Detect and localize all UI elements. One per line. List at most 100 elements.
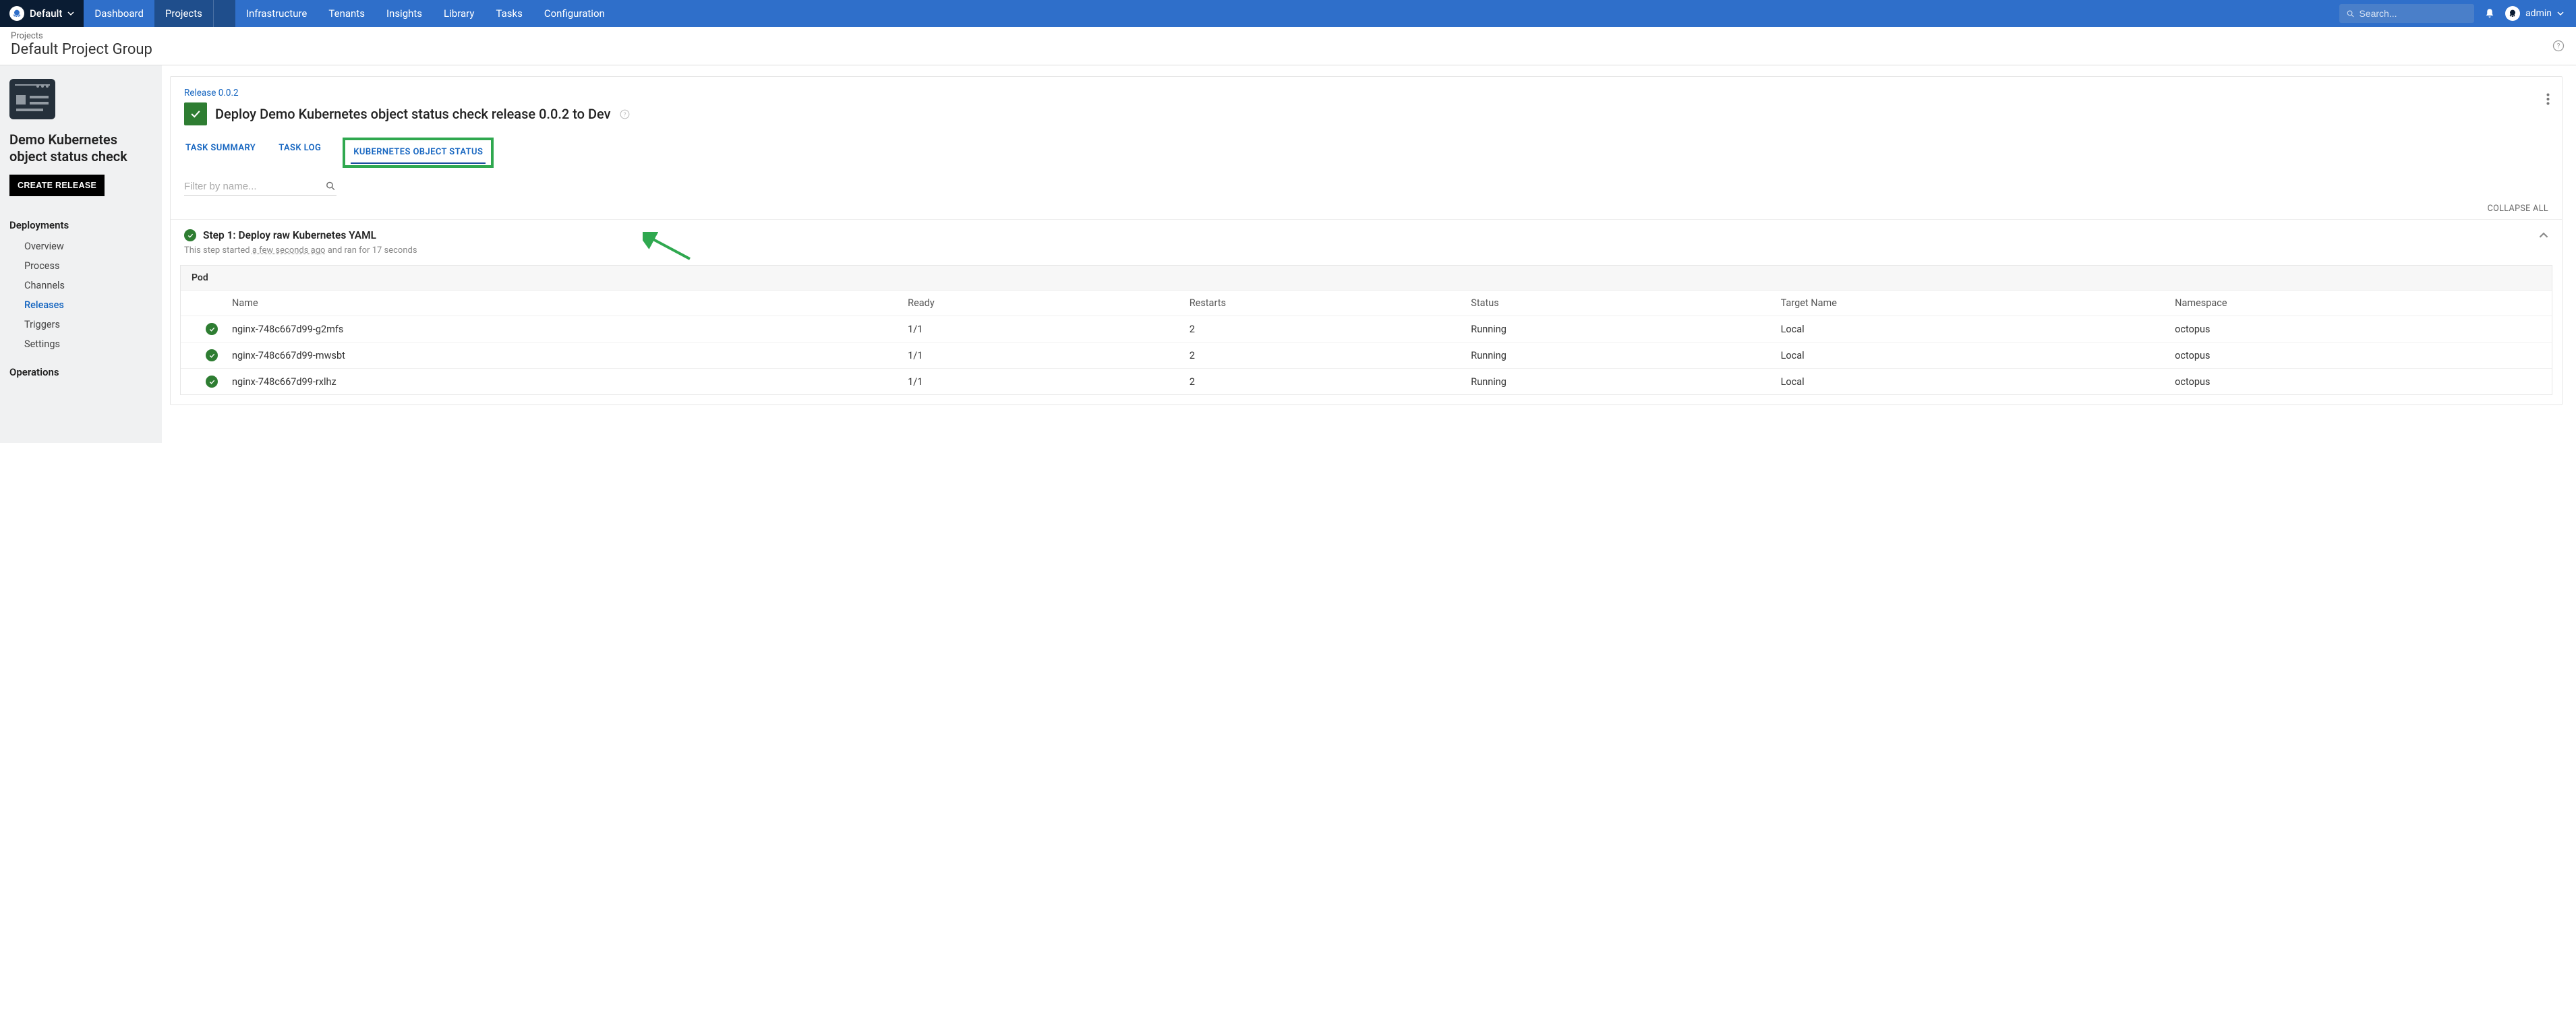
cell-restarts: 2: [1190, 376, 1471, 388]
cell-status: Running: [1471, 350, 1780, 361]
row-status-icon: [192, 323, 232, 335]
release-link[interactable]: Release 0.0.2: [184, 88, 2548, 98]
deploy-title: Deploy Demo Kubernetes object status che…: [215, 106, 611, 122]
search-icon: [325, 180, 336, 192]
bell-icon[interactable]: [2484, 7, 2496, 20]
cell-ready: 1/1: [908, 376, 1190, 388]
nav-tenants[interactable]: Tenants: [318, 0, 376, 27]
breadcrumb-bar: Projects Default Project Group ?: [0, 27, 2576, 65]
main: Release 0.0.2 Deploy Demo Kubernetes obj…: [162, 65, 2576, 443]
step-meta: This step started a few seconds ago and …: [171, 244, 2562, 265]
octopus-logo-icon: [9, 6, 24, 21]
cell-ready: 1/1: [908, 324, 1190, 335]
step-meta-prefix: This step started: [184, 245, 252, 256]
tab-kubernetes-object-status[interactable]: KUBERNETES OBJECT STATUS: [351, 143, 486, 164]
side-section-deployments: Deployments Overview Process Channels Re…: [9, 219, 152, 354]
help-inline-icon[interactable]: ?: [619, 109, 631, 120]
cell-target: Local: [1781, 324, 2175, 335]
step-title: Step 1: Deploy raw Kubernetes YAML: [203, 229, 376, 241]
row-status-icon: [192, 349, 232, 361]
topbar-right: admin: [2339, 0, 2576, 27]
nav-infrastructure[interactable]: Infrastructure: [235, 0, 318, 27]
col-target: Target Name: [1781, 297, 2175, 309]
cell-restarts: 2: [1190, 350, 1471, 361]
breadcrumb-parent[interactable]: Projects: [11, 31, 2565, 41]
nav-configuration[interactable]: Configuration: [533, 0, 616, 27]
deployment-card: Release 0.0.2 Deploy Demo Kubernetes obj…: [170, 76, 2563, 405]
side-section-operations: Operations: [9, 366, 152, 378]
cell-target: Local: [1781, 350, 2175, 361]
user-menu[interactable]: admin: [2505, 6, 2564, 21]
sidebar: Demo Kubernetes object status check CREA…: [0, 65, 162, 443]
side-link-triggers[interactable]: Triggers: [9, 315, 152, 334]
step-meta-suffix: and ran for 17 seconds: [325, 245, 417, 256]
side-link-releases[interactable]: Releases: [9, 295, 152, 315]
col-namespace: Namespace: [2175, 297, 2541, 309]
tab-task-summary[interactable]: TASK SUMMARY: [184, 138, 257, 161]
table-row[interactable]: nginx-748c667d99-rxlhz 1/1 2 Running Loc…: [181, 369, 2552, 394]
create-release-button[interactable]: CREATE RELEASE: [9, 175, 105, 196]
project-title: Demo Kubernetes object status check: [9, 131, 152, 165]
chevron-down-icon: [67, 10, 74, 17]
search-icon: [2346, 9, 2355, 19]
col-name: Name: [232, 297, 908, 309]
chevron-up-icon[interactable]: [2539, 231, 2548, 240]
row-status-icon: [192, 376, 232, 388]
chevron-down-icon: [2557, 10, 2564, 17]
side-link-channels[interactable]: Channels: [9, 276, 152, 295]
side-link-process[interactable]: Process: [9, 256, 152, 276]
side-heading-deployments[interactable]: Deployments: [9, 219, 152, 231]
layout: Demo Kubernetes object status check CREA…: [0, 65, 2576, 443]
nav-projects[interactable]: Projects: [154, 0, 213, 27]
cell-namespace: octopus: [2175, 376, 2541, 388]
tab-task-log[interactable]: TASK LOG: [277, 138, 322, 161]
help-icon[interactable]: ?: [2552, 39, 2565, 53]
annotation-highlight: KUBERNETES OBJECT STATUS: [343, 138, 494, 168]
col-status: Status: [1471, 297, 1780, 309]
nav-dashboard[interactable]: Dashboard: [84, 0, 154, 27]
success-status-icon: [184, 102, 207, 125]
cell-target: Local: [1781, 376, 2175, 388]
table-header-row: Name Ready Restarts Status Target Name N…: [181, 291, 2552, 316]
side-link-overview[interactable]: Overview: [9, 237, 152, 256]
check-circle-icon: [184, 229, 196, 241]
cell-name: nginx-748c667d99-g2mfs: [232, 324, 908, 335]
svg-text:?: ?: [623, 111, 626, 118]
topbar: Default Dashboard Projects Infrastructur…: [0, 0, 2576, 27]
svg-text:?: ?: [2557, 42, 2560, 50]
nav-projects-dropdown[interactable]: [213, 0, 235, 27]
search-box[interactable]: [2339, 4, 2474, 23]
search-input[interactable]: [2359, 8, 2467, 19]
space-switcher[interactable]: Default: [0, 0, 84, 27]
cell-name: nginx-748c667d99-rxlhz: [232, 376, 908, 388]
space-name: Default: [30, 7, 62, 20]
nav-insights[interactable]: Insights: [376, 0, 433, 27]
pod-table: Pod Name Ready Restarts Status Target Na…: [180, 265, 2552, 395]
cell-namespace: octopus: [2175, 350, 2541, 361]
breadcrumb-title: Default Project Group: [11, 41, 2565, 58]
nav-library[interactable]: Library: [433, 0, 485, 27]
step-header[interactable]: Step 1: Deploy raw Kubernetes YAML: [171, 219, 2562, 244]
step-meta-time: a few seconds ago: [252, 245, 326, 256]
topbar-left: Default Dashboard Projects Infrastructur…: [0, 0, 616, 27]
table-row[interactable]: nginx-748c667d99-mwsbt 1/1 2 Running Loc…: [181, 342, 2552, 369]
side-link-settings[interactable]: Settings: [9, 334, 152, 354]
user-name: admin: [2525, 8, 2552, 19]
col-ready: Ready: [908, 297, 1190, 309]
nav-tasks[interactable]: Tasks: [485, 0, 533, 27]
cell-ready: 1/1: [908, 350, 1190, 361]
collapse-all-button[interactable]: COLLAPSE ALL: [171, 200, 2562, 219]
tabs: TASK SUMMARY TASK LOG KUBERNETES OBJECT …: [171, 125, 2562, 168]
cell-status: Running: [1471, 324, 1780, 335]
pod-group-header: Pod: [181, 266, 2552, 291]
cell-restarts: 2: [1190, 324, 1471, 335]
side-heading-operations[interactable]: Operations: [9, 366, 152, 378]
cell-name: nginx-748c667d99-mwsbt: [232, 350, 908, 361]
card-header: Release 0.0.2 Deploy Demo Kubernetes obj…: [171, 77, 2562, 125]
filter-input-wrap[interactable]: [184, 180, 336, 196]
cell-status: Running: [1471, 376, 1780, 388]
more-menu-icon[interactable]: [2546, 93, 2550, 105]
table-row[interactable]: nginx-748c667d99-g2mfs 1/1 2 Running Loc…: [181, 316, 2552, 342]
filter-input[interactable]: [184, 181, 325, 192]
col-restarts: Restarts: [1190, 297, 1471, 309]
